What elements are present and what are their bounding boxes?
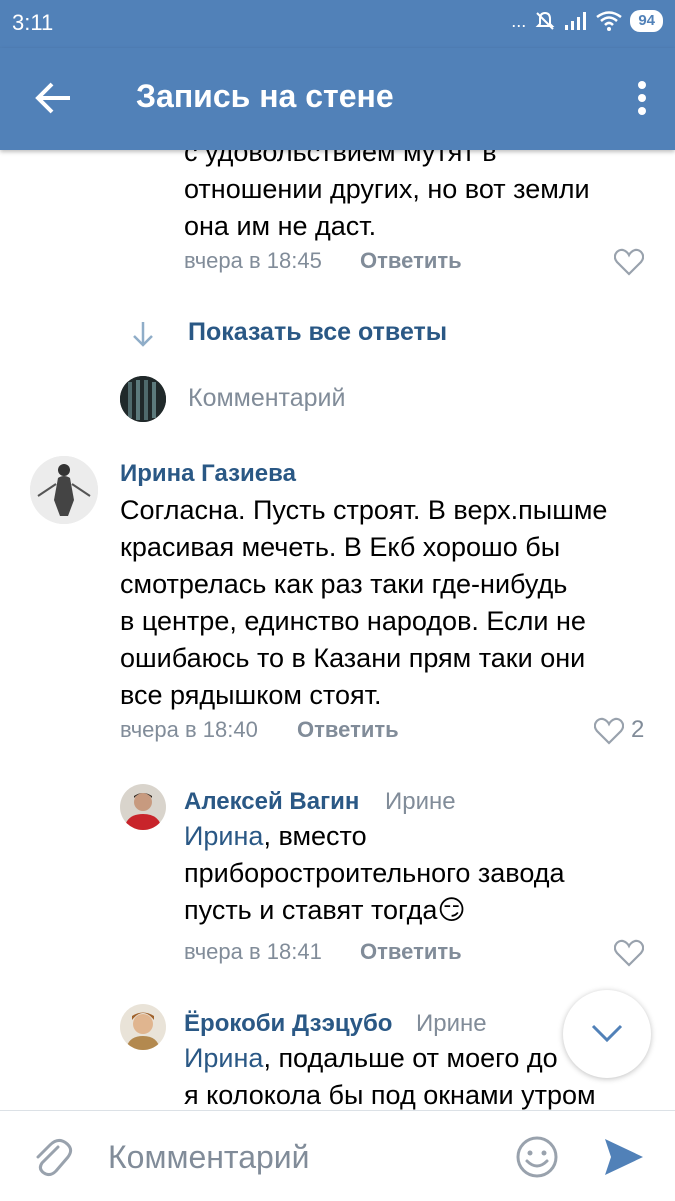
attach-paperclip-icon[interactable]	[30, 1135, 74, 1179]
avatar[interactable]	[120, 784, 166, 830]
chevron-down-icon	[591, 1024, 623, 1043]
avatar[interactable]	[30, 456, 98, 524]
comment-date: вчера в 18:40	[120, 717, 258, 742]
more-vertical-icon[interactable]	[637, 80, 647, 116]
comment-line: смотрелась как раз таки где-нибудь	[120, 569, 568, 599]
prev-comment-line: отношении других, но вот земли	[184, 174, 590, 204]
reply-button[interactable]: Ответить	[297, 717, 399, 743]
comment-text-rest: , вместо	[263, 821, 367, 851]
my-avatar	[120, 376, 166, 422]
comment-composer: Комментарий	[0, 1110, 675, 1201]
inline-comment-input[interactable]: Комментарий	[188, 384, 345, 413]
arrow-down-icon	[133, 322, 153, 347]
avatar-image	[120, 1004, 166, 1050]
mention-link[interactable]: Ирина	[184, 821, 263, 851]
status-icons: ... 94	[511, 10, 663, 32]
back-arrow-icon[interactable]	[34, 78, 74, 118]
comment-line: я колокола бы под окнами утром	[184, 1080, 596, 1110]
comment-line: Ирина, вместо	[184, 818, 654, 855]
comment-input[interactable]: Комментарий	[108, 1139, 310, 1176]
signal-icon	[565, 12, 587, 30]
avatar-image	[120, 784, 166, 830]
show-all-replies-link[interactable]: Показать все ответы	[188, 318, 447, 347]
comment-line: ошибаюсь то в Казани прям таки они	[120, 643, 586, 673]
comment-line: красивая мечеть. В Екб хорошо бы	[120, 532, 561, 562]
like-heart-icon[interactable]	[614, 248, 644, 276]
reply-to: Ирине	[385, 788, 456, 815]
comment-line: в центре, единство народов. Если не	[120, 606, 586, 636]
status-dots: ...	[511, 10, 527, 31]
comment-text: Согласна. Пусть строят. В верх.пышме кра…	[120, 492, 650, 714]
reply-to: Ирине	[416, 1010, 487, 1037]
prev-comment-text: с удовольствием мутят в отношении других…	[184, 150, 590, 245]
comment-text: Ирина, вместо приборостроительного завод…	[184, 818, 654, 929]
scroll-down-button[interactable]	[563, 990, 651, 1078]
smirk-emoji: 😏	[437, 895, 466, 925]
emoji-smile-icon[interactable]	[515, 1135, 559, 1179]
comment-line: приборостроительного завода	[184, 858, 565, 888]
comment-text-rest: пусть и ставят тогда	[184, 895, 438, 925]
comment-author[interactable]: Алексей Вагин	[184, 788, 359, 816]
like-heart-icon[interactable]	[594, 717, 624, 745]
comment-date: вчера в 18:41	[184, 939, 322, 964]
avatar[interactable]	[120, 1004, 166, 1050]
mute-bell-icon	[535, 11, 555, 30]
comment-text-rest: , подальше от моего до	[263, 1043, 558, 1073]
comment-author[interactable]: Ёрокоби Дзэцубо	[184, 1010, 392, 1038]
prev-comment-line: она им не даст.	[184, 211, 377, 241]
status-bar: 3:11 ... 94	[0, 0, 675, 48]
comment-line: Согласна. Пусть строят. В верх.пышме	[120, 495, 608, 525]
reply-button[interactable]: Ответить	[360, 248, 462, 274]
comment-date: вчера в 18:45	[184, 248, 322, 273]
status-time: 3:11	[12, 10, 54, 35]
like-heart-icon[interactable]	[614, 939, 644, 967]
app-bar: Запись на стене	[0, 48, 675, 150]
comments-feed[interactable]: с удовольствием мутят в отношении других…	[0, 150, 675, 1110]
avatar-image	[120, 376, 166, 422]
comment-line: все рядышком стоят.	[120, 680, 382, 710]
reply-button[interactable]: Ответить	[360, 939, 462, 965]
like-count: 2	[631, 716, 645, 743]
mention-link[interactable]: Ирина	[184, 1043, 263, 1073]
comment-author[interactable]: Ирина Газиева	[120, 460, 296, 488]
battery-indicator: 94	[630, 10, 663, 32]
avatar-image	[30, 456, 98, 524]
page-title: Запись на стене	[136, 78, 394, 114]
comment-line: пусть и ставят тогда😏	[184, 892, 654, 929]
wifi-icon	[596, 11, 623, 31]
send-icon[interactable]	[603, 1137, 645, 1177]
prev-comment-line: с удовольствием мутят в	[184, 150, 497, 167]
